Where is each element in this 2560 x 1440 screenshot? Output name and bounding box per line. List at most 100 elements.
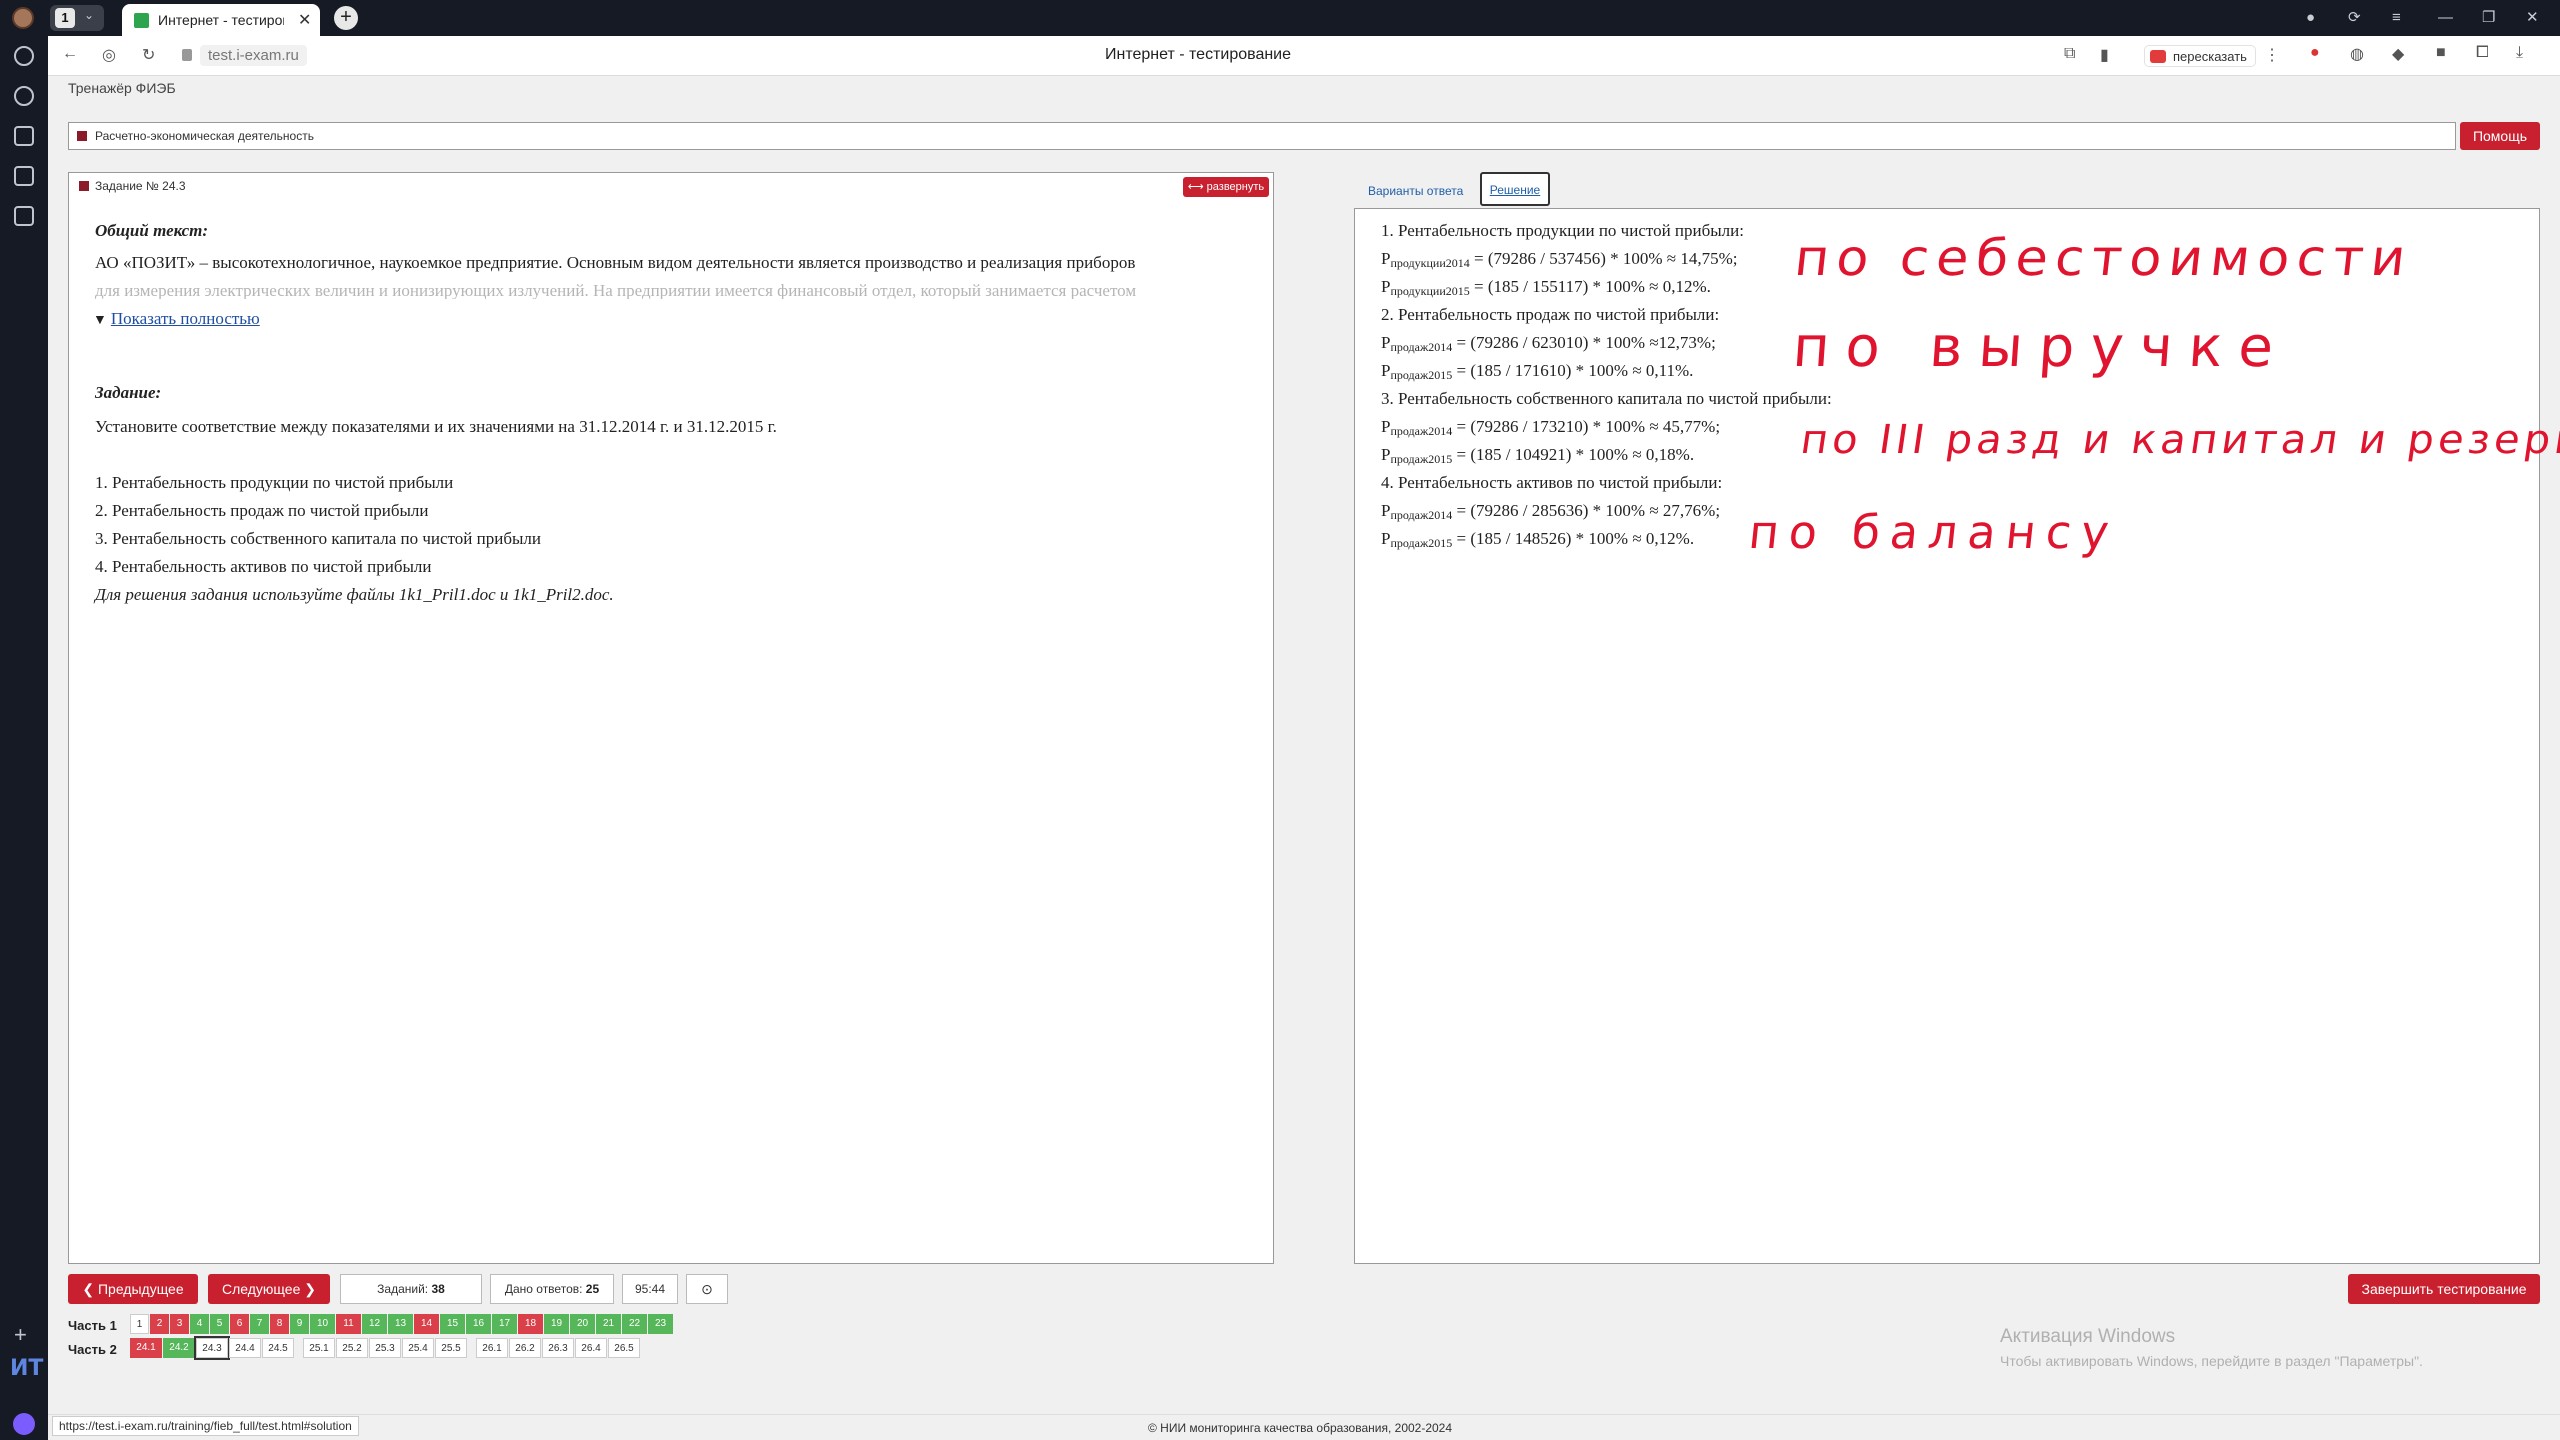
question-nav-item[interactable]: 6 [230, 1314, 249, 1334]
timer: 95:44 [622, 1274, 678, 1304]
question-nav-item[interactable]: 22 [622, 1314, 647, 1334]
more-vertical-icon[interactable]: ⋮ [2264, 45, 2280, 65]
history-icon[interactable] [14, 46, 34, 66]
tab-answer-variants[interactable]: Варианты ответа [1368, 184, 1463, 198]
question-nav-item[interactable]: 25.2 [336, 1338, 368, 1358]
question-nav-item[interactable]: 1 [130, 1314, 149, 1334]
question-nav-item[interactable]: 26.3 [542, 1338, 574, 1358]
assistant-icon[interactable] [13, 1413, 35, 1435]
question-nav-item[interactable]: 8 [270, 1314, 289, 1334]
question-nav-item[interactable]: 18 [518, 1314, 543, 1334]
question-nav-item[interactable]: 17 [492, 1314, 517, 1334]
question-nav-item[interactable]: 23 [648, 1314, 673, 1334]
collections-icon[interactable] [14, 166, 34, 186]
site-favicon-icon [134, 13, 149, 28]
question-nav-item[interactable]: 10 [310, 1314, 335, 1334]
tab-solution[interactable]: Решение [1480, 172, 1550, 206]
question-nav-item[interactable]: 21 [596, 1314, 621, 1334]
status-bar-url: https://test.i-exam.ru/training/fieb_ful… [52, 1416, 359, 1436]
question-nav-item[interactable]: 7 [250, 1314, 269, 1334]
question-nav-item[interactable]: 12 [362, 1314, 387, 1334]
question-nav-item[interactable]: 24.2 [163, 1338, 195, 1358]
menu-icon[interactable]: ≡ [2392, 8, 2401, 28]
question-nav-item[interactable]: 19 [544, 1314, 569, 1334]
add-panel-icon[interactable]: + [14, 1322, 27, 1348]
downloads-icon[interactable]: ● [2306, 8, 2315, 28]
address-bar[interactable]: test.i-exam.ru [182, 44, 382, 68]
question-nav-item[interactable]: 2 [150, 1314, 169, 1334]
close-window-icon[interactable]: ✕ [2526, 8, 2539, 28]
task-marker-icon [79, 181, 89, 191]
question-nav-item[interactable]: 26.5 [608, 1338, 640, 1358]
question-nav-item[interactable]: 15 [440, 1314, 465, 1334]
question-nav-item[interactable]: 25.3 [369, 1338, 401, 1358]
question-nav-item[interactable]: 24.5 [262, 1338, 294, 1358]
app-title: Тренажёр ФИЭБ [68, 80, 176, 96]
question-nav-item[interactable]: 24.4 [229, 1338, 261, 1358]
sync-icon[interactable]: ⟳ [2348, 8, 2361, 28]
browser-side-panel: + ИТ ••• [0, 36, 48, 1440]
shield-icon[interactable]: ◎ [102, 45, 116, 65]
clock-icon[interactable]: ⊙ [686, 1274, 728, 1304]
solution-heading: 4. Рентабельность активов по чистой приб… [1381, 473, 1723, 492]
solution-formula: Рпродаж2015 = (185 / 171610) * 100% ≈ 0,… [1381, 361, 1694, 382]
previous-button[interactable]: ❮ Предыдущее [68, 1274, 198, 1304]
camera-icon[interactable] [14, 206, 34, 226]
browser-logo-icon[interactable]: ИТ [10, 1356, 43, 1381]
question-nav-item[interactable]: 11 [336, 1314, 361, 1334]
question-nav-item[interactable]: 5 [210, 1314, 229, 1334]
question-nav-item[interactable]: 24.1 [130, 1338, 162, 1358]
question-nav-item[interactable]: 26.2 [509, 1338, 541, 1358]
browser-tab-active[interactable]: Интернет - тестирован ✕ [122, 4, 320, 36]
page-title: Интернет - тестирование [1104, 46, 1292, 63]
vpn-globe-icon[interactable]: ◍ [2350, 44, 2364, 64]
question-nav-item[interactable]: 9 [290, 1314, 309, 1334]
translate-icon[interactable]: ⧉ [2064, 45, 2075, 63]
section-marker-icon [77, 131, 87, 141]
download-icon[interactable]: ⤓ [2516, 44, 2523, 62]
task-item: 4. Рентабельность активов по чистой приб… [95, 557, 432, 576]
question-nav-item[interactable]: 13 [388, 1314, 413, 1334]
restore-icon[interactable]: ❐ [2482, 8, 2495, 28]
question-nav-item[interactable]: 14 [414, 1314, 439, 1334]
tab-groups-button[interactable]: 1 ⌄ [50, 5, 104, 31]
extension-badge-icon[interactable]: ● [2310, 44, 2320, 62]
retell-button[interactable]: пересказать [2144, 45, 2256, 67]
new-tab-button[interactable]: + [334, 6, 358, 30]
extensions-puzzle-icon[interactable]: ⧠ [2476, 44, 2489, 62]
show-more-link[interactable]: ▼ Показать полностью [93, 309, 260, 329]
solution-heading: 1. Рентабельность продукции по чистой пр… [1381, 221, 1744, 240]
general-text-line: АО «ПОЗИТ» – высокотехнологичное, наукое… [95, 253, 1136, 272]
solution-formula: Рпродукции2015 = (185 / 155117) * 100% ≈… [1381, 277, 1711, 298]
page-footer: © НИИ мониторинга качества образования, … [48, 1414, 2560, 1440]
part1-question-nav: 1 2 3 4 5 6 7 8 9 10 11 12 13 14 15 16 17 18 19 20 21 22 23 [130, 1314, 674, 1334]
question-nav-item[interactable]: 24.3 [194, 1336, 230, 1360]
extension-dark-icon[interactable]: ■ [2436, 44, 2446, 62]
tasks-counter: Заданий: 38 [340, 1274, 482, 1304]
help-button[interactable]: Помощь [2460, 122, 2540, 150]
solution-panel: 1. Рентабельность продукции по чистой пр… [1354, 208, 2560, 1264]
question-nav-item[interactable]: 25.4 [402, 1338, 434, 1358]
question-nav-item[interactable]: 3 [170, 1314, 189, 1334]
close-tab-icon[interactable]: ✕ [298, 10, 311, 30]
profile-avatar[interactable] [12, 7, 34, 29]
handwritten-note: по балансу [1746, 505, 2122, 559]
expand-button[interactable]: ⟷ развернуть [1183, 177, 1269, 197]
question-nav-item[interactable]: 16 [466, 1314, 491, 1334]
question-nav-item[interactable]: 26.1 [476, 1338, 508, 1358]
extension-icon[interactable]: ◆ [2392, 44, 2404, 64]
minimize-icon[interactable]: — [2438, 8, 2453, 28]
next-button[interactable]: Следующее ❯ [208, 1274, 330, 1304]
question-nav-item[interactable]: 25.1 [303, 1338, 335, 1358]
infinity-icon[interactable] [14, 126, 34, 146]
retell-label: пересказать [2173, 49, 2247, 64]
back-icon[interactable]: ← [62, 45, 78, 63]
finish-test-button[interactable]: Завершить тестирование [2348, 1274, 2540, 1304]
question-nav-item[interactable]: 26.4 [575, 1338, 607, 1358]
bookmark-icon[interactable]: ▮ [2100, 45, 2109, 65]
play-icon[interactable] [14, 86, 34, 106]
question-nav-item[interactable]: 25.5 [435, 1338, 467, 1358]
question-nav-item[interactable]: 20 [570, 1314, 595, 1334]
reload-icon[interactable]: ↻ [142, 45, 155, 65]
question-nav-item[interactable]: 4 [190, 1314, 209, 1334]
